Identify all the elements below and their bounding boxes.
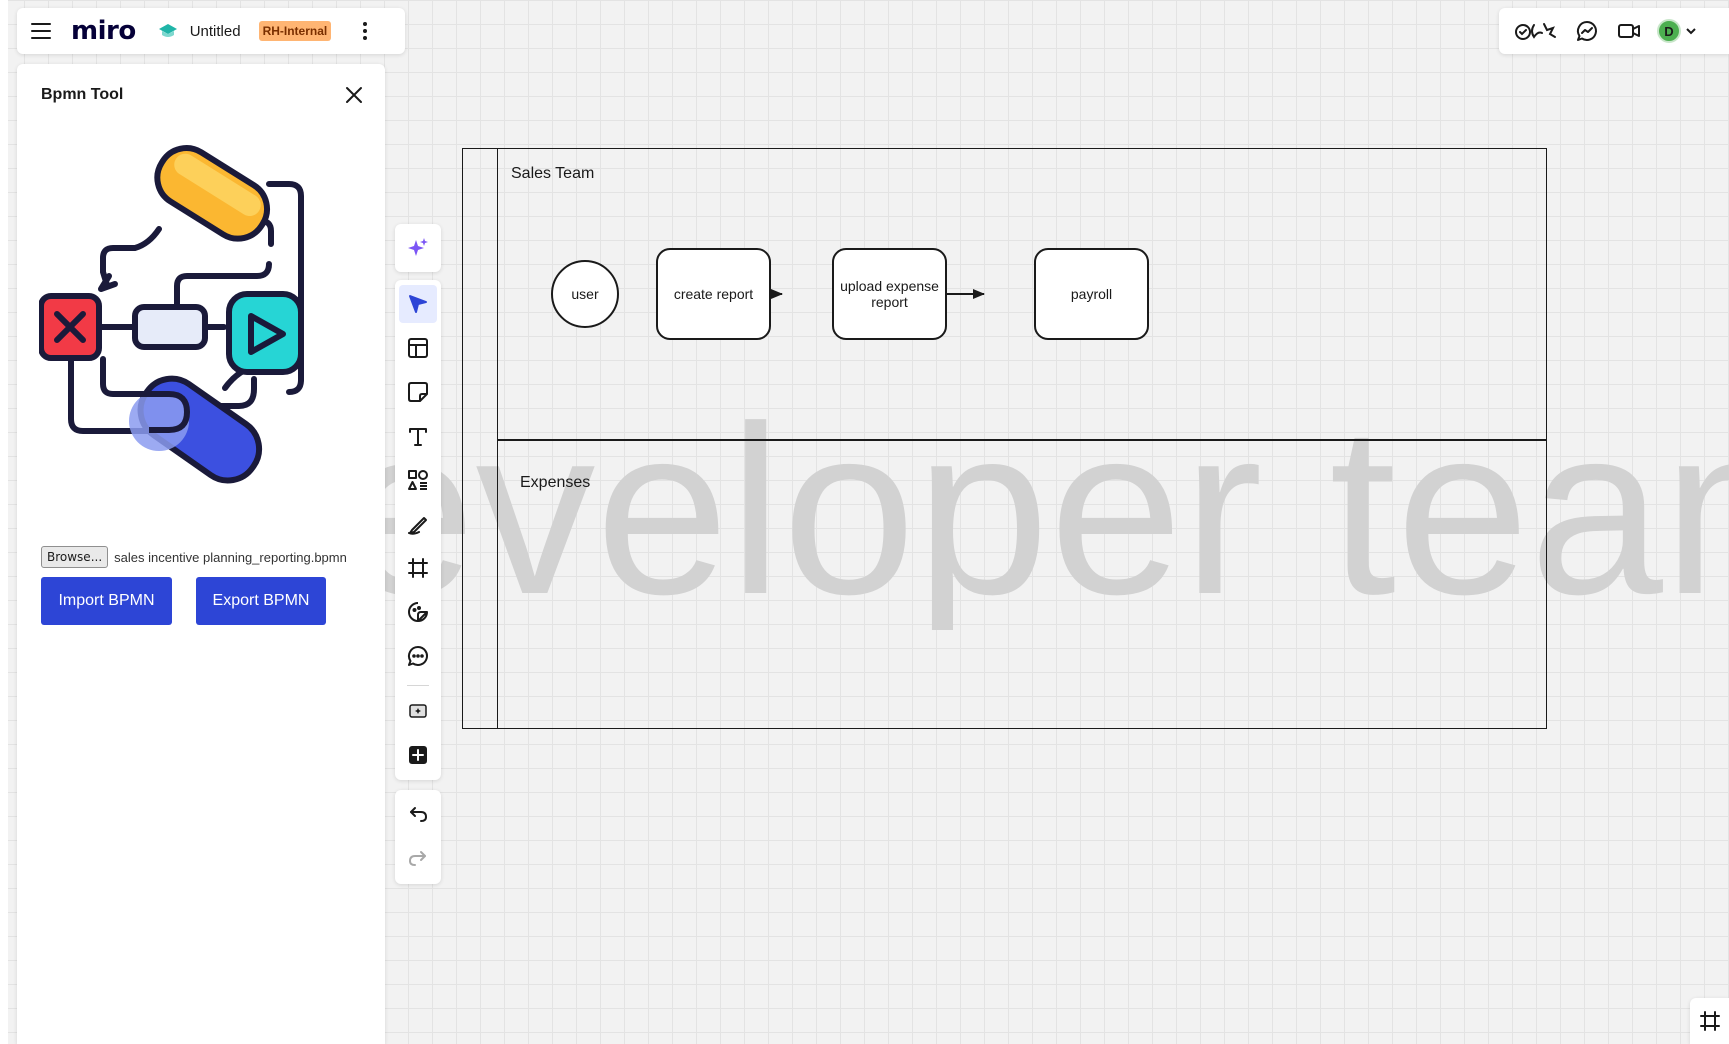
ai-toolbox — [395, 224, 441, 272]
bpmn-illustration — [39, 145, 304, 484]
import-bpmn-button[interactable]: Import BPMN — [41, 577, 172, 625]
stickers-icon[interactable] — [399, 593, 437, 631]
start-event-user[interactable]: user — [551, 260, 619, 328]
sequence-flows — [569, 289, 985, 299]
bpmn-pool[interactable]: Sales Team Expenses user create report u… — [462, 148, 1547, 729]
pen-icon[interactable] — [399, 505, 437, 543]
frame-list-icon — [1699, 1011, 1720, 1031]
top-app-bar: miro Untitled RH-Internal — [17, 8, 405, 54]
more-options-icon[interactable] — [359, 20, 371, 42]
ai-sparkle-icon[interactable] — [399, 229, 437, 267]
selected-file-name: sales incentive planning_reporting.bpmn — [114, 549, 347, 565]
add-more-icon[interactable] — [399, 736, 437, 774]
reactions-icon[interactable] — [1509, 13, 1563, 49]
creation-toolbar — [395, 280, 441, 780]
task-upload-expense-report[interactable]: upload expense report — [832, 248, 947, 340]
chevron-down-icon — [1686, 28, 1696, 35]
user-avatar-menu[interactable]: D — [1657, 19, 1697, 43]
avatar: D — [1657, 19, 1681, 43]
left-edge-strip — [0, 0, 8, 1044]
frame-icon[interactable] — [399, 549, 437, 587]
browse-button[interactable]: Browse... — [41, 546, 109, 568]
classification-badge: RH-Internal — [258, 21, 332, 41]
shapes-icon[interactable] — [399, 461, 437, 499]
chat-icon[interactable] — [1569, 13, 1605, 49]
embed-icon[interactable] — [399, 692, 437, 730]
undo-icon[interactable] — [399, 796, 437, 834]
toolbar-separator — [407, 685, 429, 686]
board-title[interactable]: Untitled — [190, 23, 241, 40]
panel-title: Bpmn Tool — [41, 86, 124, 103]
close-icon[interactable] — [343, 84, 365, 106]
export-bpmn-button[interactable]: Export BPMN — [196, 577, 326, 625]
miro-logo[interactable]: miro — [71, 16, 136, 46]
main-menu-icon[interactable] — [31, 23, 51, 39]
text-icon[interactable] — [399, 417, 437, 455]
select-cursor-icon[interactable] — [399, 285, 437, 323]
redo-icon[interactable] — [399, 840, 437, 878]
collaboration-bar: D — [1499, 8, 1729, 54]
task-create-report[interactable]: create report — [656, 248, 771, 340]
board-cap-icon — [158, 24, 177, 37]
video-icon[interactable] — [1611, 13, 1647, 49]
comment-icon[interactable] — [399, 637, 437, 675]
frames-panel-button[interactable] — [1690, 998, 1729, 1044]
sticky-note-icon[interactable] — [399, 373, 437, 411]
bpmn-tool-panel: Bpmn Tool Browse... sales incentive plan… — [17, 64, 385, 1044]
task-payroll[interactable]: payroll — [1034, 248, 1149, 340]
templates-icon[interactable] — [399, 329, 437, 367]
file-input-row: Browse... sales incentive planning_repor… — [41, 546, 347, 568]
history-toolbar — [395, 790, 441, 884]
